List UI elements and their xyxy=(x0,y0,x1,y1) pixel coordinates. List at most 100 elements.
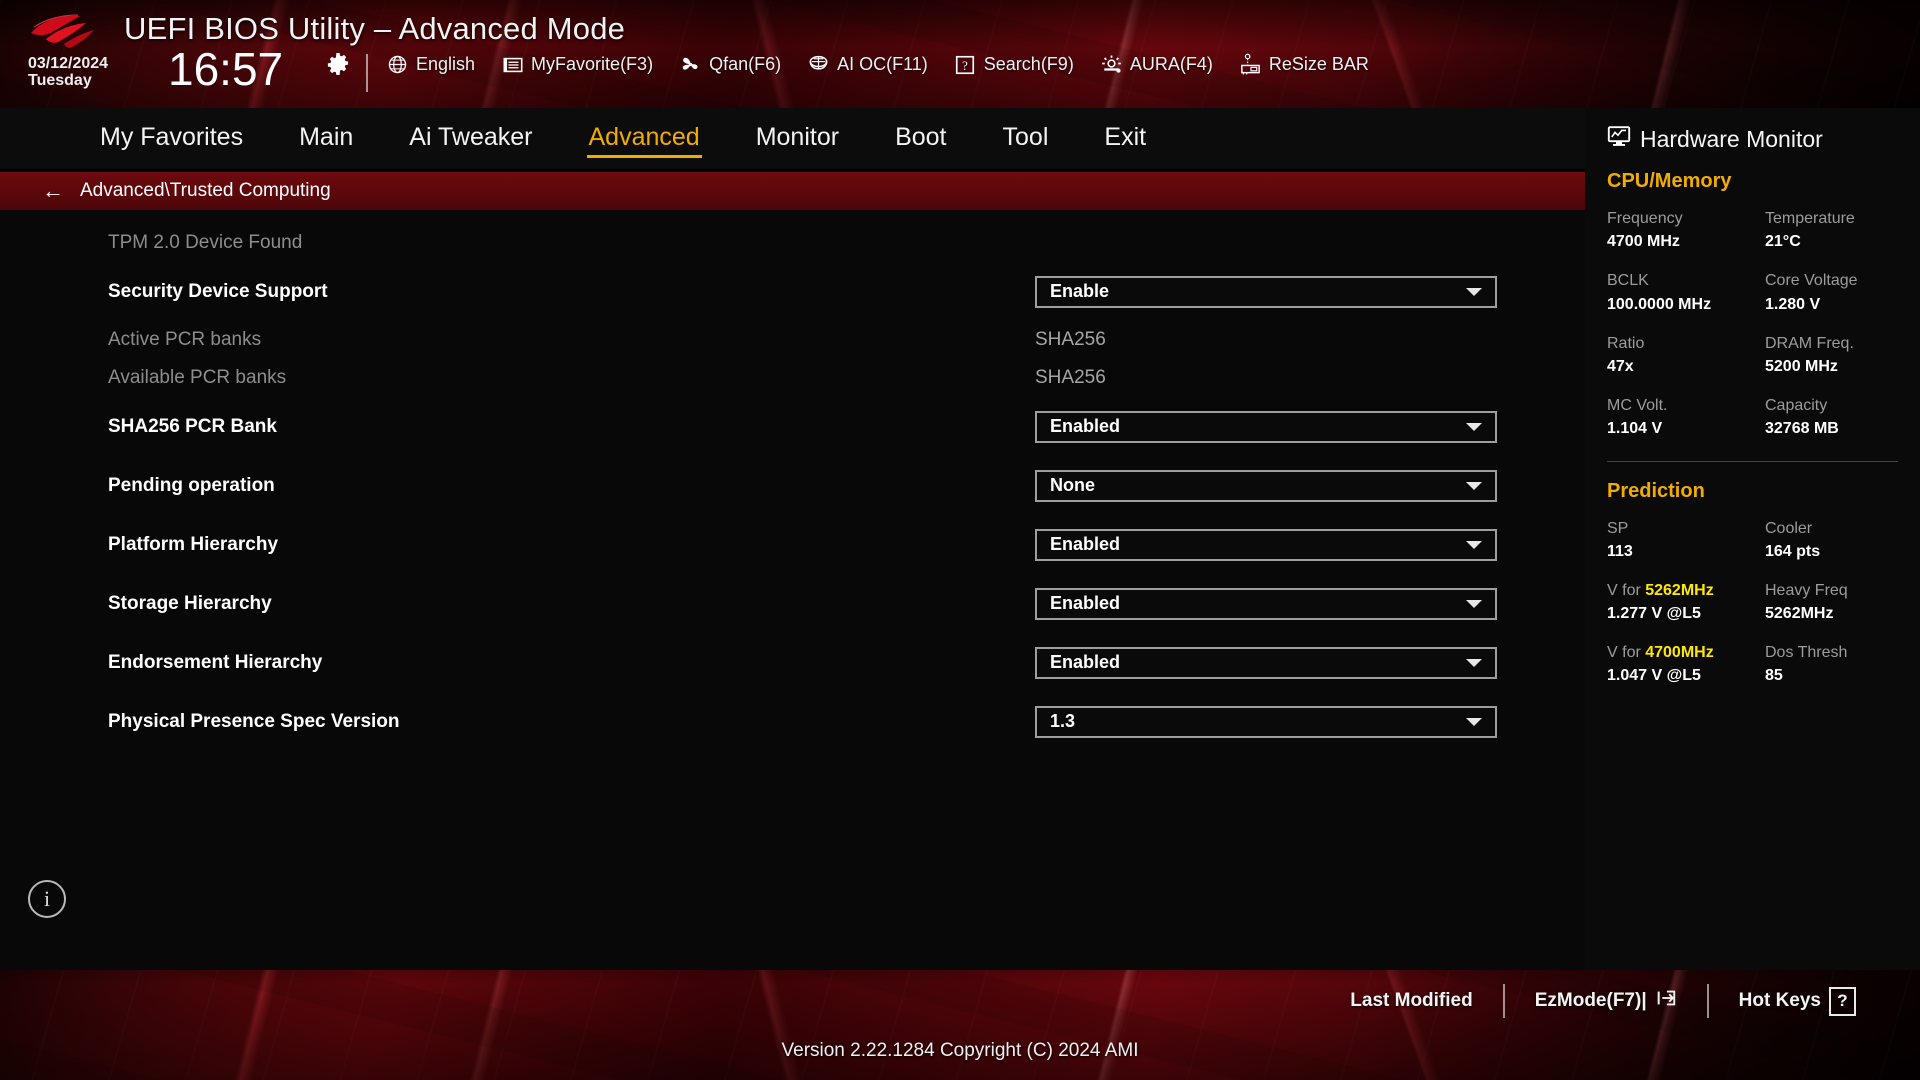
row-label: Pending operation xyxy=(108,474,275,496)
hwm-cell: Ratio 47x xyxy=(1607,332,1765,378)
hwm-section-title-cpu-memory: CPU/Memory xyxy=(1607,170,1732,192)
tab-tool[interactable]: Tool xyxy=(975,119,1077,158)
qfan-button[interactable]: Qfan(F6) xyxy=(679,53,781,76)
dropdown-physical-presence-spec-version[interactable]: 1.3 xyxy=(1035,705,1497,738)
setting-row-endorsement-hierarchy: Endorsement Hierarchy Enabled xyxy=(0,633,1585,692)
tab-ai-tweaker[interactable]: Ai Tweaker xyxy=(381,119,560,158)
row-label: Platform Hierarchy xyxy=(108,533,279,555)
setting-row-storage-hierarchy: Storage Hierarchy Enabled xyxy=(0,574,1585,633)
ai-oc-button[interactable]: AI OC(F11) xyxy=(807,53,928,76)
hwm-cell: Frequency 4700 MHz xyxy=(1607,207,1765,253)
language-button[interactable]: English xyxy=(386,53,475,76)
hwm-value: 85 xyxy=(1765,667,1783,685)
language-label: English xyxy=(416,54,476,74)
last-modified-button[interactable]: Last Modified xyxy=(1320,990,1502,1012)
dropdown-value: Enabled xyxy=(1050,593,1121,613)
row-label: Physical Presence Spec Version xyxy=(108,710,400,732)
setting-row-sha256-pcr-bank: SHA256 PCR Bank Enabled xyxy=(0,397,1585,456)
bios-version-text: Version 2.22.1284 Copyright (C) 2024 AMI xyxy=(781,1040,1139,1061)
dropdown-security-device-support[interactable]: Enable xyxy=(1035,275,1497,308)
hwm-key: Ratio xyxy=(1607,334,1645,352)
dropdown-storage-hierarchy[interactable]: Enabled xyxy=(1035,587,1497,620)
dropdown-value: Enabled xyxy=(1050,652,1121,672)
hwm-value: 1.047 V @L5 xyxy=(1607,667,1701,685)
hwm-cell: V for 4700MHz 1.047 V @L5 xyxy=(1607,641,1765,687)
hwm-cell: Capacity 32768 MB xyxy=(1765,394,1898,440)
ezmode-label: EzMode(F7)| xyxy=(1534,990,1647,1011)
hwm-key: Dos Thresh xyxy=(1765,644,1848,662)
hwm-cell: Core Voltage 1.280 V xyxy=(1765,269,1898,315)
asus-rog-logo xyxy=(31,14,94,48)
dropdown-value: Enabled xyxy=(1050,534,1121,554)
hwm-key: MC Volt. xyxy=(1607,397,1668,415)
tab-boot[interactable]: Boot xyxy=(867,119,974,158)
hwm-key: BCLK xyxy=(1607,272,1649,290)
dropdown-value: 1.3 xyxy=(1050,711,1076,731)
hwm-key-text: V for xyxy=(1607,644,1646,662)
weekday-value: Tuesday xyxy=(28,71,92,89)
hwm-key: Frequency xyxy=(1607,210,1683,227)
hwm-value: 1.104 V xyxy=(1607,420,1663,438)
tab-main[interactable]: Main xyxy=(271,119,381,158)
dropdown-value: Enabled xyxy=(1050,416,1121,436)
setting-row-physical-presence-spec-version: Physical Presence Spec Version 1.3 xyxy=(0,692,1585,751)
hardware-monitor-body: CPU/Memory Frequency 4700 MHz Temperature 21… xyxy=(1607,170,1898,704)
dropdown-pending-operation[interactable]: None xyxy=(1035,469,1497,502)
hwm-key: SP xyxy=(1607,519,1629,537)
aura-button[interactable]: AURA(F4) xyxy=(1100,53,1213,76)
dropdown-endorsement-hierarchy[interactable]: Enabled xyxy=(1035,646,1497,679)
tab-exit[interactable]: Exit xyxy=(1076,119,1174,158)
settings-list: TPM 2.0 Device Found Security Device Supp… xyxy=(0,224,1585,751)
resize-bar-label: ReSize BAR xyxy=(1268,54,1369,74)
myfavorite-button[interactable]: MyFavorite(F3) xyxy=(501,53,653,76)
dropdown-sha256-pcr-bank[interactable]: Enabled xyxy=(1035,410,1497,443)
question-box-icon: ? xyxy=(1829,986,1856,1016)
search-button[interactable]: ? Search(F9) xyxy=(954,53,1074,76)
row-label: Storage Hierarchy xyxy=(108,592,272,614)
hwm-key: Temperature xyxy=(1765,210,1855,227)
chevron-down-icon xyxy=(1466,658,1482,667)
setting-row-platform-hierarchy: Platform Hierarchy Enabled xyxy=(0,515,1585,574)
row-value: SHA256 xyxy=(1035,329,1106,350)
tab-my-favorites[interactable]: My Favorites xyxy=(72,119,271,158)
monitor-icon xyxy=(1607,124,1631,154)
bios-screen: UEFI BIOS Utility – Advanced Mode 03/12/… xyxy=(0,0,1920,1080)
resize-bar-button[interactable]: ReSize BAR xyxy=(1239,53,1369,76)
ai-oc-label: AI OC(F11) xyxy=(837,54,928,74)
chevron-down-icon xyxy=(1466,422,1482,431)
back-arrow-icon[interactable]: ← xyxy=(42,180,64,202)
hwm-key-highlight: 5262MHz xyxy=(1645,581,1714,599)
hwm-value: 100.0000 MHz xyxy=(1607,295,1712,313)
aura-label: AURA(F4) xyxy=(1129,54,1213,74)
row-label: Security Device Support xyxy=(108,280,328,302)
hardware-monitor-title: Hardware Monitor xyxy=(1607,124,1898,154)
hwm-key: Heavy Freq xyxy=(1765,581,1848,599)
chevron-down-icon xyxy=(1466,287,1482,296)
hwm-value: 113 xyxy=(1607,542,1633,560)
breadcrumb: ← Advanced\Trusted Computing xyxy=(0,172,1585,210)
hardware-monitor-label: Hardware Monitor xyxy=(1640,125,1823,152)
dropdown-platform-hierarchy[interactable]: Enabled xyxy=(1035,528,1497,561)
gear-icon[interactable] xyxy=(326,52,350,76)
tab-monitor[interactable]: Monitor xyxy=(728,119,867,158)
breadcrumb-path: Advanced\Trusted Computing xyxy=(80,180,331,201)
hwm-cell: Heavy Freq 5262MHz xyxy=(1765,579,1898,625)
resizebar-icon xyxy=(1239,53,1262,76)
main-nav-tabs: My Favorites Main Ai Tweaker Advanced Monito… xyxy=(0,108,1585,170)
hwm-key: Core Voltage xyxy=(1765,272,1858,290)
clock-display: 16:57 xyxy=(168,43,284,95)
chevron-down-icon xyxy=(1466,540,1482,549)
info-icon[interactable]: i xyxy=(28,880,66,918)
hwm-value: 4700 MHz xyxy=(1607,233,1680,251)
hwm-value: 47x xyxy=(1607,357,1634,375)
row-label: TPM 2.0 Device Found xyxy=(108,232,303,253)
hot-keys-button[interactable]: Hot Keys ? xyxy=(1709,986,1886,1016)
ezmode-button[interactable]: EzMode(F7)| xyxy=(1505,987,1707,1015)
setting-row-pending-operation: Pending operation None xyxy=(0,456,1585,515)
row-label: SHA256 PCR Bank xyxy=(108,415,277,437)
tab-advanced[interactable]: Advanced xyxy=(561,119,728,158)
hwm-cell: DRAM Freq. 5200 MHz xyxy=(1765,332,1898,378)
header-bar: UEFI BIOS Utility – Advanced Mode 03/12/… xyxy=(0,0,1920,118)
hwm-cell: Temperature 21°C xyxy=(1765,207,1898,253)
header-divider-1 xyxy=(366,54,368,92)
